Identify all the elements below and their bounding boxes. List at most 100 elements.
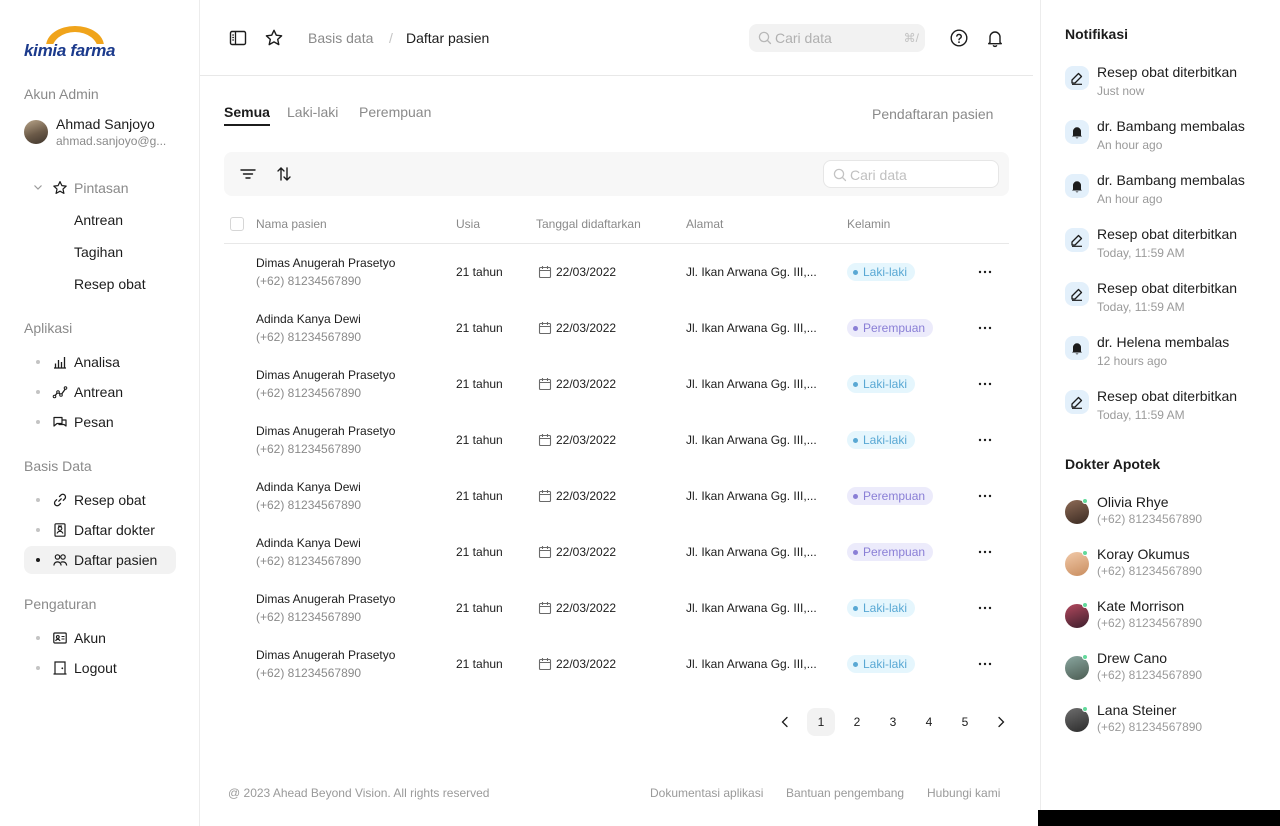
patient-address: Jl. Ikan Arwana Gg. III,... bbox=[686, 657, 817, 671]
calendar-icon bbox=[538, 433, 552, 447]
sidebar-item-analisa[interactable]: Analisa bbox=[24, 348, 176, 376]
filter-icon[interactable] bbox=[238, 164, 258, 184]
tab-perempuan[interactable]: Perempuan bbox=[359, 104, 431, 120]
sidebar-item-resep-obat[interactable]: Resep obat bbox=[24, 486, 176, 514]
gender-badge: Laki-laki bbox=[847, 263, 916, 281]
page-4-button[interactable]: 4 bbox=[915, 708, 943, 736]
sidebar-item-akun[interactable]: Akun bbox=[24, 624, 176, 652]
table-row[interactable]: Adinda Kanya Dewi (+62) 81234567890 21 tah… bbox=[224, 524, 1009, 580]
more-options-icon[interactable] bbox=[976, 319, 994, 337]
page-5-button[interactable]: 5 bbox=[951, 708, 979, 736]
prev-page-icon[interactable] bbox=[777, 714, 793, 730]
patient-name: Dimas Anugerah Prasetyo bbox=[256, 368, 396, 382]
tab-laki-laki[interactable]: Laki-laki bbox=[287, 104, 338, 120]
sidebar-item-label: Resep obat bbox=[74, 276, 146, 292]
footer-link-help[interactable]: Bantuan pengembang bbox=[786, 786, 904, 800]
sidebar-item-resep-shortcut[interactable]: Resep obat bbox=[24, 270, 176, 298]
table-row[interactable]: Adinda Kanya Dewi (+62) 81234567890 21 tah… bbox=[224, 300, 1009, 356]
account-section-title: Akun Admin bbox=[24, 86, 99, 102]
footer-link-contact[interactable]: Hubungi kami bbox=[927, 786, 1000, 800]
column-header-address[interactable]: Alamat bbox=[686, 217, 723, 231]
door-icon bbox=[52, 660, 68, 676]
bullet bbox=[36, 666, 40, 670]
notification-item[interactable]: dr. Bambang membalas An hour ago bbox=[1065, 172, 1275, 212]
star-icon[interactable] bbox=[264, 28, 284, 48]
notification-item[interactable]: dr. Helena membalas 12 hours ago bbox=[1065, 334, 1275, 374]
gender-badge: Laki-laki bbox=[847, 431, 916, 449]
table-search-input[interactable]: Cari data bbox=[823, 160, 999, 188]
column-header-date[interactable]: Tanggal didaftarkan bbox=[536, 217, 641, 231]
doctor-item[interactable]: Lana Steiner (+62) 81234567890 bbox=[1065, 702, 1275, 738]
table-row[interactable]: Dimas Anugerah Prasetyo (+62) 81234567890… bbox=[224, 244, 1009, 300]
notification-item[interactable]: Resep obat diterbitkan Just now bbox=[1065, 64, 1275, 104]
more-options-icon[interactable] bbox=[976, 431, 994, 449]
table-row[interactable]: Dimas Anugerah Prasetyo (+62) 81234567890… bbox=[224, 580, 1009, 636]
sidebar-item-antrean[interactable]: Antrean bbox=[24, 378, 176, 406]
chevron-down-icon[interactable] bbox=[32, 181, 44, 193]
next-page-icon[interactable] bbox=[993, 714, 1009, 730]
tab-semua[interactable]: Semua bbox=[224, 104, 270, 126]
page-1-button[interactable]: 1 bbox=[807, 708, 835, 736]
bell-icon[interactable] bbox=[985, 28, 1005, 48]
sidebar-item-daftar-dokter[interactable]: Daftar dokter bbox=[24, 516, 176, 544]
sidebar-item-label: Antrean bbox=[74, 212, 124, 228]
sidebar-item-daftar-pasien[interactable]: Daftar pasien bbox=[24, 546, 176, 574]
page-2-button[interactable]: 2 bbox=[843, 708, 871, 736]
search-input[interactable]: Cari data ⌘/ bbox=[749, 24, 925, 52]
register-patient-link[interactable]: Pendaftaran pasien bbox=[872, 106, 993, 122]
db-section-title: Basis Data bbox=[24, 458, 92, 474]
column-header-name[interactable]: Nama pasien bbox=[256, 217, 327, 231]
footer-link-docs[interactable]: Dokumentasi aplikasi bbox=[650, 786, 763, 800]
doctor-phone: (+62) 81234567890 bbox=[1097, 512, 1203, 526]
doctor-item[interactable]: Drew Cano (+62) 81234567890 bbox=[1065, 650, 1275, 686]
doctor-phone: (+62) 81234567890 bbox=[1097, 564, 1203, 578]
notification-item[interactable]: Resep obat diterbitkan Today, 11:59 AM bbox=[1065, 280, 1275, 320]
table-row[interactable]: Dimas Anugerah Prasetyo (+62) 81234567890… bbox=[224, 636, 1009, 692]
notification-item[interactable]: Resep obat diterbitkan Today, 11:59 AM bbox=[1065, 388, 1275, 428]
sidebar-item-label: Daftar pasien bbox=[74, 552, 158, 568]
sidebar-item-logout[interactable]: Logout bbox=[24, 654, 176, 682]
more-options-icon[interactable] bbox=[976, 263, 994, 281]
column-header-gender[interactable]: Kelamin bbox=[847, 217, 890, 231]
more-options-icon[interactable] bbox=[976, 375, 994, 393]
user-profile[interactable]: Ahmad Sanjoyo ahmad.sanjoyo@g... bbox=[24, 114, 184, 150]
doctor-item[interactable]: Olivia Rhye (+62) 81234567890 bbox=[1065, 494, 1275, 530]
kimia-farma-logo[interactable]: kimia farma bbox=[24, 26, 128, 62]
registration-date: 22/03/2022 bbox=[556, 489, 617, 503]
notification-item[interactable]: Resep obat diterbitkan Today, 11:59 AM bbox=[1065, 226, 1275, 266]
sidebar-item-label: Resep obat bbox=[74, 492, 146, 508]
sort-icon[interactable] bbox=[274, 164, 294, 184]
notification-item[interactable]: dr. Bambang membalas An hour ago bbox=[1065, 118, 1275, 158]
more-options-icon[interactable] bbox=[976, 655, 994, 673]
search-placeholder: Cari data bbox=[850, 167, 907, 183]
table-row[interactable]: Adinda Kanya Dewi (+62) 81234567890 21 tah… bbox=[224, 468, 1009, 524]
patient-name: Dimas Anugerah Prasetyo bbox=[256, 592, 396, 606]
patient-address: Jl. Ikan Arwana Gg. III,... bbox=[686, 321, 817, 335]
more-options-icon[interactable] bbox=[976, 543, 994, 561]
more-options-icon[interactable] bbox=[976, 487, 994, 505]
sidebar-item-antrean-shortcut[interactable]: Antrean bbox=[24, 206, 176, 234]
patient-name: Dimas Anugerah Prasetyo bbox=[256, 256, 396, 270]
notification-time: An hour ago bbox=[1097, 192, 1163, 206]
table-row[interactable]: Dimas Anugerah Prasetyo (+62) 81234567890… bbox=[224, 356, 1009, 412]
sidebar-toggle-icon[interactable] bbox=[228, 28, 248, 48]
sidebar-item-tagihan[interactable]: Tagihan bbox=[24, 238, 176, 266]
sidebar-item-label: Pesan bbox=[74, 414, 114, 430]
patient-age: 21 tahun bbox=[456, 545, 503, 559]
notification-time: Today, 11:59 AM bbox=[1097, 246, 1185, 260]
table-row[interactable]: Dimas Anugerah Prasetyo (+62) 81234567890… bbox=[224, 412, 1009, 468]
doctor-item[interactable]: Koray Okumus (+62) 81234567890 bbox=[1065, 546, 1275, 582]
select-all-checkbox[interactable] bbox=[230, 217, 244, 231]
doctor-item[interactable]: Kate Morrison (+62) 81234567890 bbox=[1065, 598, 1275, 634]
edit-icon bbox=[1065, 228, 1089, 252]
sidebar-item-pesan[interactable]: Pesan bbox=[24, 408, 176, 436]
page-3-button[interactable]: 3 bbox=[879, 708, 907, 736]
more-options-icon[interactable] bbox=[976, 599, 994, 617]
breadcrumb-parent[interactable]: Basis data bbox=[308, 30, 373, 46]
patient-address: Jl. Ikan Arwana Gg. III,... bbox=[686, 265, 817, 279]
column-header-age[interactable]: Usia bbox=[456, 217, 480, 231]
help-icon[interactable] bbox=[949, 28, 969, 48]
registration-date: 22/03/2022 bbox=[556, 545, 617, 559]
online-status-dot bbox=[1082, 550, 1088, 556]
sidebar-item-pintasan[interactable]: Pintasan bbox=[24, 174, 176, 202]
